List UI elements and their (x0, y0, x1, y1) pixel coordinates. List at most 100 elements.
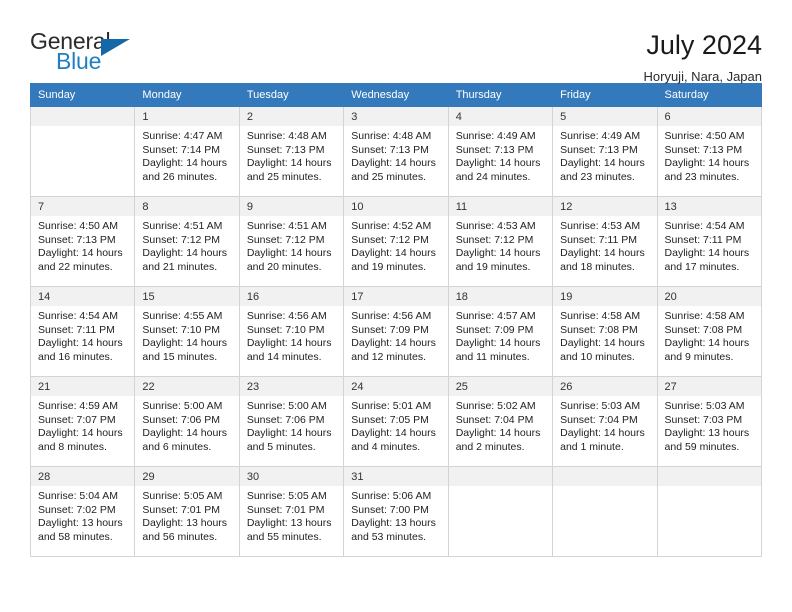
day-detail-line: Daylight: 14 hours (246, 337, 332, 350)
day-detail-line: and 1 minute. (560, 440, 624, 453)
day-number: 12 (553, 197, 657, 217)
day-details: Sunrise: 4:56 AM Sunset: 7:09 PM Daylight:… (344, 306, 447, 364)
day-details: Sunrise: 4:59 AM Sunset: 7:07 PM Daylight:… (31, 396, 134, 454)
weekday-header-thursday: Thursday (447, 83, 554, 107)
day-detail-line: Sunset: 7:13 PM (351, 143, 429, 156)
day-detail-line: Sunset: 7:11 PM (38, 323, 115, 336)
day-detail-line: Sunrise: 4:49 AM (455, 130, 536, 143)
calendar-cell-day-14[interactable]: 14 Sunrise: 4:54 AM Sunset: 7:11 PM Dayligh… (29, 286, 136, 377)
day-detail-line: Daylight: 14 hours (38, 337, 123, 350)
calendar-cell-day-28[interactable]: 28 Sunrise: 5:04 AM Sunset: 7:02 PM Dayligh… (29, 466, 136, 557)
calendar-cell-day-29[interactable]: 29 Sunrise: 5:05 AM Sunset: 7:01 PM Dayligh… (134, 466, 240, 557)
calendar-cell-day-25[interactable]: 25 Sunrise: 5:02 AM Sunset: 7:04 PM Dayligh… (447, 376, 554, 467)
day-detail-line: Sunrise: 4:59 AM (38, 400, 118, 413)
day-detail-line: Sunset: 7:06 PM (142, 413, 221, 426)
day-detail-line: Sunset: 7:10 PM (246, 323, 325, 336)
calendar-cell-day-23[interactable]: 23 Sunrise: 5:00 AM Sunset: 7:06 PM Dayligh… (238, 376, 345, 467)
day-detail-line: Sunrise: 5:02 AM (455, 400, 536, 413)
day-detail-line: and 21 minutes. (142, 260, 218, 273)
day-detail-line: Sunrise: 4:56 AM (246, 310, 327, 323)
day-detail-line: Sunrise: 4:57 AM (455, 310, 536, 323)
calendar-cell-day-24[interactable]: 24 Sunrise: 5:01 AM Sunset: 7:05 PM Dayligh… (343, 376, 449, 467)
day-detail-line: and 53 minutes. (351, 530, 426, 543)
calendar-week-row: 7 Sunrise: 4:50 AM Sunset: 7:13 PM Daylight… (29, 196, 763, 287)
day-detail-line: and 4 minutes. (351, 440, 421, 453)
calendar-cell-day-12[interactable]: 12 Sunrise: 4:53 AM Sunset: 7:11 PM Dayligh… (552, 196, 658, 287)
weekday-header-monday: Monday (134, 83, 240, 107)
day-detail-line: Daylight: 14 hours (664, 157, 750, 170)
calendar-cell-day-2[interactable]: 2 Sunrise: 4:48 AM Sunset: 7:13 PM Daylight… (238, 106, 345, 197)
calendar-cell-day-19[interactable]: 19 Sunrise: 4:58 AM Sunset: 7:08 PM Dayligh… (552, 286, 658, 377)
day-detail-line: and 5 minutes. (246, 440, 316, 453)
calendar-cell-empty (552, 466, 658, 557)
day-detail-line: Daylight: 14 hours (38, 427, 123, 440)
day-detail-line: Sunrise: 4:51 AM (246, 220, 327, 233)
day-detail-line: Sunrise: 4:54 AM (38, 310, 118, 323)
day-number: 8 (135, 197, 239, 217)
day-details: Sunrise: 4:56 AM Sunset: 7:10 PM Daylight:… (240, 306, 343, 364)
day-detail-line: Sunset: 7:01 PM (246, 503, 325, 516)
day-detail-line: and 59 minutes. (664, 440, 740, 453)
calendar-cell-day-16[interactable]: 16 Sunrise: 4:56 AM Sunset: 7:10 PM Dayligh… (238, 286, 345, 377)
calendar-cell-day-27[interactable]: 27 Sunrise: 5:03 AM Sunset: 7:03 PM Dayligh… (656, 376, 763, 467)
day-number: 27 (657, 377, 761, 397)
calendar-cell-day-30[interactable]: 30 Sunrise: 5:05 AM Sunset: 7:01 PM Dayligh… (238, 466, 345, 557)
day-detail-line: Sunset: 7:08 PM (664, 323, 743, 336)
day-number: 31 (344, 467, 448, 487)
day-detail-line: Sunrise: 4:50 AM (664, 130, 745, 143)
day-detail-line: Sunrise: 4:53 AM (560, 220, 641, 233)
calendar-cell-day-6[interactable]: 6 Sunrise: 4:50 AM Sunset: 7:13 PM Daylight… (656, 106, 763, 197)
calendar-cell-day-18[interactable]: 18 Sunrise: 4:57 AM Sunset: 7:09 PM Dayligh… (447, 286, 554, 377)
brand-logo[interactable]: General Blue (30, 30, 155, 78)
day-detail-line: Daylight: 14 hours (142, 157, 228, 170)
day-detail-line: Daylight: 14 hours (560, 157, 645, 170)
calendar-cell-day-10[interactable]: 10 Sunrise: 4:52 AM Sunset: 7:12 PM Dayligh… (343, 196, 449, 287)
day-details: Sunrise: 4:53 AM Sunset: 7:11 PM Daylight:… (553, 216, 656, 274)
day-detail-line: Sunset: 7:13 PM (246, 143, 325, 156)
day-details: Sunrise: 4:51 AM Sunset: 7:12 PM Daylight:… (240, 216, 343, 274)
calendar-cell-day-8[interactable]: 8 Sunrise: 4:51 AM Sunset: 7:12 PM Daylight… (134, 196, 240, 287)
day-detail-line: Daylight: 14 hours (664, 247, 750, 260)
day-detail-line: Daylight: 14 hours (142, 247, 228, 260)
day-details: Sunrise: 4:58 AM Sunset: 7:08 PM Daylight:… (658, 306, 761, 364)
day-detail-line: Sunrise: 5:01 AM (351, 400, 432, 413)
calendar-cell-day-26[interactable]: 26 Sunrise: 5:03 AM Sunset: 7:04 PM Dayligh… (552, 376, 658, 467)
day-number: 19 (553, 287, 657, 307)
day-detail-line: Sunset: 7:13 PM (664, 143, 743, 156)
calendar-cell-day-1[interactable]: 1 Sunrise: 4:47 AM Sunset: 7:14 PM Daylight… (134, 106, 240, 197)
calendar-cell-day-21[interactable]: 21 Sunrise: 4:59 AM Sunset: 7:07 PM Dayligh… (29, 376, 136, 467)
day-number: 29 (135, 467, 239, 487)
day-detail-line: Daylight: 14 hours (560, 337, 645, 350)
weekday-header-tuesday: Tuesday (238, 83, 345, 107)
day-details: Sunrise: 5:06 AM Sunset: 7:00 PM Daylight:… (344, 486, 447, 544)
day-detail-line: Sunrise: 4:48 AM (246, 130, 327, 143)
day-number: 26 (553, 377, 657, 397)
day-detail-line: Daylight: 14 hours (351, 427, 436, 440)
day-number: 17 (344, 287, 448, 307)
calendar-cell-day-3[interactable]: 3 Sunrise: 4:48 AM Sunset: 7:13 PM Daylight… (343, 106, 449, 197)
day-details: Sunrise: 5:02 AM Sunset: 7:04 PM Daylight:… (449, 396, 552, 454)
calendar-cell-day-11[interactable]: 11 Sunrise: 4:53 AM Sunset: 7:12 PM Dayligh… (447, 196, 554, 287)
day-detail-line: Daylight: 14 hours (455, 247, 541, 260)
day-details: Sunrise: 5:03 AM Sunset: 7:03 PM Daylight:… (658, 396, 761, 454)
day-detail-line: Sunrise: 5:05 AM (142, 490, 223, 503)
calendar-cell-day-22[interactable]: 22 Sunrise: 5:00 AM Sunset: 7:06 PM Dayligh… (134, 376, 240, 467)
day-detail-line: Sunrise: 4:54 AM (664, 220, 745, 233)
weekday-header-friday: Friday (552, 83, 658, 107)
day-detail-line: Daylight: 14 hours (664, 337, 750, 350)
calendar-cell-day-31[interactable]: 31 Sunrise: 5:06 AM Sunset: 7:00 PM Dayligh… (343, 466, 449, 557)
calendar-cell-day-15[interactable]: 15 Sunrise: 4:55 AM Sunset: 7:10 PM Dayligh… (134, 286, 240, 377)
calendar-cell-day-20[interactable]: 20 Sunrise: 4:58 AM Sunset: 7:08 PM Dayligh… (656, 286, 763, 377)
day-detail-line: and 6 minutes. (142, 440, 212, 453)
calendar-cell-day-7[interactable]: 7 Sunrise: 4:50 AM Sunset: 7:13 PM Daylight… (29, 196, 136, 287)
day-detail-line: Sunset: 7:05 PM (351, 413, 429, 426)
day-details: Sunrise: 5:05 AM Sunset: 7:01 PM Daylight:… (240, 486, 343, 544)
calendar-cell-day-5[interactable]: 5 Sunrise: 4:49 AM Sunset: 7:13 PM Daylight… (552, 106, 658, 197)
calendar-cell-day-9[interactable]: 9 Sunrise: 4:51 AM Sunset: 7:12 PM Daylight… (238, 196, 345, 287)
day-detail-line: Daylight: 13 hours (351, 517, 436, 530)
calendar-cell-day-13[interactable]: 13 Sunrise: 4:54 AM Sunset: 7:11 PM Dayligh… (656, 196, 763, 287)
calendar-cell-day-17[interactable]: 17 Sunrise: 4:56 AM Sunset: 7:09 PM Dayligh… (343, 286, 449, 377)
day-number (31, 107, 135, 127)
page-subtitle: Horyuji, Nara, Japan (643, 69, 763, 85)
calendar-cell-day-4[interactable]: 4 Sunrise: 4:49 AM Sunset: 7:13 PM Daylight… (447, 106, 554, 197)
